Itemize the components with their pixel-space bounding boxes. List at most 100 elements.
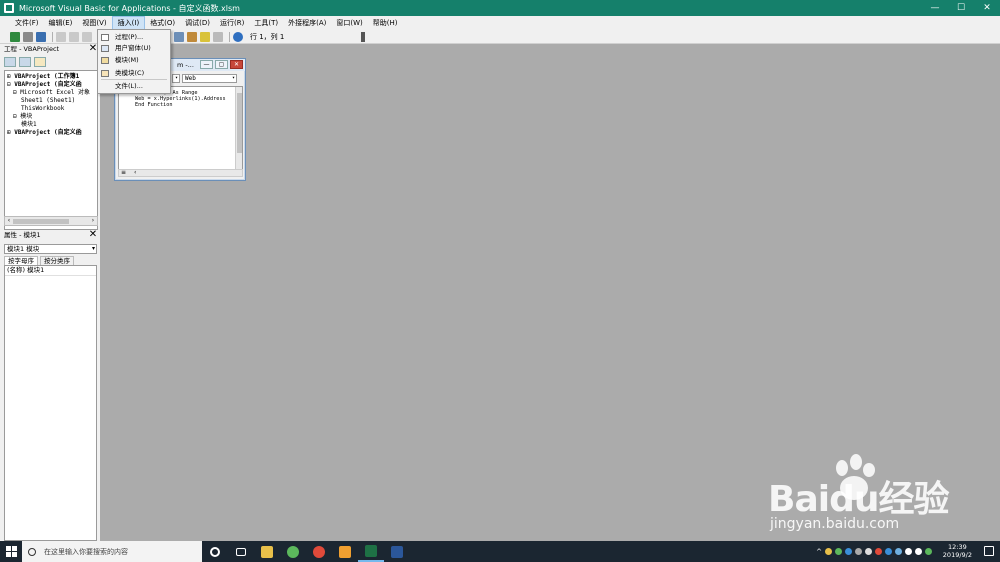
code-close-button[interactable]: ✕ — [230, 60, 243, 69]
code-vertical-scrollbar[interactable] — [235, 87, 242, 169]
menu-item[interactable]: 编辑(E) — [44, 16, 78, 30]
volume-icon[interactable] — [915, 548, 922, 555]
file-explorer-icon[interactable] — [254, 541, 280, 562]
vba-app-icon — [4, 3, 14, 13]
notification-icon[interactable] — [984, 546, 994, 556]
task-view-icon[interactable] — [228, 541, 254, 562]
excel-taskbar-icon[interactable] — [358, 541, 384, 562]
view-code-icon[interactable] — [4, 57, 16, 67]
save-icon[interactable] — [36, 31, 46, 42]
menu-item[interactable]: 窗口(W) — [331, 16, 367, 30]
menu-insert-procedure[interactable]: 过程(P)... — [98, 32, 170, 43]
copy-icon[interactable] — [69, 31, 79, 42]
tree-node-project[interactable]: ⊞ VBAProject (工作簿1 — [7, 73, 79, 81]
tray-app-icon[interactable] — [825, 548, 832, 555]
menu-item[interactable]: 调试(D) — [180, 16, 215, 30]
tray-app-icon[interactable] — [885, 548, 892, 555]
menu-insert-userform-icon — [101, 45, 109, 52]
property-row-name[interactable]: (名称) 模块1 — [5, 266, 96, 276]
tree-node-folder[interactable]: ⊟ Microsoft Excel 对象 — [13, 89, 90, 97]
code-horizontal-scrollbar[interactable]: ≡ ‹ — [118, 169, 243, 177]
taskbar-search[interactable]: 在这里输入你要搜索的内容 — [22, 541, 202, 562]
scroll-right-icon[interactable]: › — [89, 217, 97, 225]
clock-date: 2019/9/2 — [942, 551, 972, 559]
properties-grid: (名称) 模块1 — [4, 265, 97, 541]
word-taskbar-icon[interactable] — [384, 541, 410, 562]
onedrive-icon[interactable] — [895, 548, 902, 555]
menu-insert-file[interactable]: 文件(L)... — [98, 81, 170, 92]
taskbar-clock[interactable]: 12:39 2019/9/2 — [943, 543, 972, 559]
insert-menu-dropdown: 过程(P)... 用户窗体(U) 模块(M) 类模块(C) 文件(L)... — [97, 29, 171, 94]
menu-item[interactable]: 文件(F) — [10, 16, 44, 30]
procedure-combo[interactable]: Web ▾ — [182, 74, 237, 83]
app-orange-icon[interactable] — [332, 541, 358, 562]
minimize-button[interactable]: — — [922, 0, 948, 16]
tray-app-icon[interactable] — [875, 548, 882, 555]
clock-time: 12:39 — [948, 543, 967, 551]
menu-item[interactable]: 插入(I) — [111, 16, 146, 30]
start-button[interactable] — [0, 541, 22, 562]
tree-node-module[interactable]: 模块1 — [21, 121, 37, 129]
tree-node-sheet[interactable]: Sheet1 (Sheet1) — [21, 97, 75, 105]
toggle-folders-icon[interactable] — [34, 57, 46, 67]
menu-item[interactable]: 外接程序(A) — [283, 16, 331, 30]
view-object-icon[interactable] — [19, 57, 31, 67]
close-button[interactable]: ✕ — [974, 0, 1000, 16]
chrome-icon[interactable] — [306, 541, 332, 562]
menu-item[interactable]: 格式(O) — [145, 16, 180, 30]
properties-object-select[interactable]: 模块1 模块 ▾ — [4, 244, 97, 254]
procedure-view-icon[interactable]: ≡ — [121, 169, 126, 176]
excel-view-icon[interactable] — [10, 31, 20, 42]
tray-app-icon[interactable] — [855, 548, 862, 555]
menu-item[interactable]: 运行(R) — [215, 16, 249, 30]
menu-insert-module[interactable]: 模块(M) — [98, 55, 170, 66]
code-minimize-button[interactable]: — — [200, 60, 213, 69]
menu-item[interactable]: 视图(V) — [77, 16, 111, 30]
insert-object-icon[interactable] — [23, 31, 33, 42]
scroll-thumb[interactable] — [13, 219, 69, 224]
tray-app-icon[interactable] — [835, 548, 842, 555]
cortana-icon[interactable] — [202, 541, 228, 562]
chevron-down-icon[interactable]: ▾ — [92, 245, 95, 253]
search-placeholder: 在这里输入你要搜索的内容 — [44, 547, 128, 556]
scroll-left-icon[interactable]: ‹ — [134, 169, 136, 176]
tray-expand-icon[interactable]: ^ — [816, 548, 822, 556]
tab-alphabetic[interactable]: 按字母序 — [4, 256, 38, 265]
scroll-left-icon[interactable]: ‹ — [5, 217, 13, 225]
code-window-title-text: m -... — [177, 61, 194, 69]
tree-node-project[interactable]: ⊟ VBAProject (自定义函 — [7, 81, 82, 89]
tray-app-icon[interactable] — [865, 548, 872, 555]
properties-panel-close-icon[interactable]: ✕ — [88, 230, 98, 240]
menu-insert-userform[interactable]: 用户窗体(U) — [98, 43, 170, 54]
left-pane: 工程 - VBAProject ✕ ⊞ VBAProject (工作簿1 ⊟ VB… — [0, 44, 100, 562]
object-combo[interactable]: ▾ — [172, 74, 180, 83]
tree-node-project[interactable]: ⊞ VBAProject (自定义函 — [7, 129, 82, 137]
code-editor[interactable]: ction Web(x As Range Web = x.Hyperlinks(… — [118, 86, 243, 170]
tray-app-icon[interactable] — [845, 548, 852, 555]
project-explorer-icon[interactable] — [174, 31, 184, 42]
menu-bar: 文件(F) 编辑(E) 视图(V) 插入(I) 格式(O) 调试(D) 运行(R) 工具(T)… — [0, 16, 1000, 30]
network-icon[interactable] — [905, 548, 912, 555]
chevron-down-icon[interactable]: ▾ — [232, 75, 235, 82]
menu-insert-class-module[interactable]: 类模块(C) — [98, 68, 170, 79]
paste-icon[interactable] — [82, 31, 92, 42]
properties-window-icon[interactable] — [187, 31, 197, 42]
tree-node-folder[interactable]: ⊟ 模块 — [13, 113, 32, 121]
tree-node-workbook[interactable]: ThisWorkbook — [21, 105, 64, 113]
app-green-icon[interactable] — [280, 541, 306, 562]
project-tree-scrollbar[interactable]: ‹ › — [4, 216, 98, 226]
tree-node-label: ThisWorkbook — [21, 105, 65, 112]
menu-item[interactable]: 工具(T) — [249, 16, 283, 30]
ime-tray-icon[interactable] — [925, 548, 932, 555]
toolbox-icon[interactable] — [213, 31, 223, 42]
code-restore-button[interactable]: ▢ — [215, 60, 228, 69]
scroll-thumb[interactable] — [237, 93, 242, 153]
help-icon[interactable] — [233, 31, 243, 42]
menu-separator — [101, 79, 167, 80]
menu-item[interactable]: 帮助(H) — [368, 16, 403, 30]
maximize-button[interactable]: ☐ — [948, 0, 974, 16]
tab-categorized[interactable]: 按分类序 — [40, 256, 74, 265]
chevron-down-icon[interactable]: ▾ — [175, 75, 178, 82]
object-browser-icon[interactable] — [200, 31, 210, 42]
cut-icon[interactable] — [56, 31, 66, 42]
